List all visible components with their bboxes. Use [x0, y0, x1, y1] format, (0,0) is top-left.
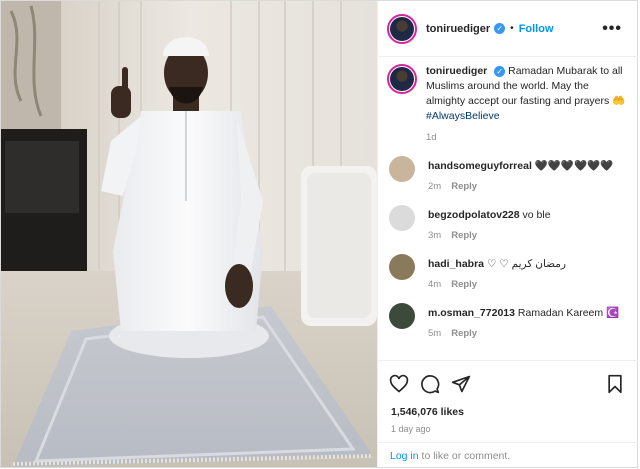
caption: toniruediger ✓ Ramadan Mubarak to all Mu…	[387, 58, 628, 145]
comment-text: 🖤🖤🖤🖤🖤🖤	[534, 160, 614, 172]
comment-username[interactable]: m.osman_772013	[428, 307, 515, 319]
likes-count[interactable]: 1,546,076 likes	[391, 406, 464, 418]
comment-meta: 3m Reply	[428, 228, 628, 243]
login-link[interactable]: Log in	[390, 450, 419, 462]
comment-body: begzodpolatov228 vo ble 3m Reply	[428, 205, 628, 243]
comment-meta: 4m Reply	[428, 277, 628, 292]
comment-body: hadi_habra ♡ ♡ رمضان كريم 4m Reply	[428, 254, 628, 292]
reply-button[interactable]: Reply	[451, 279, 477, 290]
separator-dot: •	[510, 23, 514, 34]
reply-button[interactable]: Reply	[451, 230, 477, 241]
verified-badge-icon: ✓	[494, 66, 506, 77]
reply-button[interactable]: Reply	[451, 328, 477, 339]
action-icons	[389, 374, 471, 394]
comment-username[interactable]: handsomeguyforreal	[428, 160, 532, 172]
comment-time: 5m	[428, 328, 442, 339]
comment-time: 4m	[428, 279, 442, 290]
comment-item: m.osman_772013 Ramadan Kareem ☪️ 5m Reply	[387, 303, 628, 341]
comment-username[interactable]: begzodpolatov228	[428, 209, 520, 221]
caption-body: toniruediger ✓ Ramadan Mubarak to all Mu…	[426, 64, 626, 145]
caption-hashtag[interactable]: #AlwaysBelieve	[426, 110, 500, 122]
post-image	[1, 1, 377, 467]
follow-button[interactable]: Follow	[519, 23, 554, 35]
comment-icon[interactable]	[420, 374, 440, 394]
comment-meta: 2m Reply	[428, 179, 628, 194]
more-options-icon[interactable]: •••	[602, 20, 622, 38]
heart-icon[interactable]	[389, 374, 409, 394]
bookmark-icon[interactable]	[606, 374, 624, 394]
comment-body: handsomeguyforreal 🖤🖤🖤🖤🖤🖤 2m Reply	[428, 156, 628, 194]
comment-item: begzodpolatov228 vo ble 3m Reply	[387, 205, 628, 243]
commenter-avatar[interactable]	[389, 303, 415, 329]
post-sidebar: toniruediger ✓ • Follow ••• toniruediger…	[377, 1, 638, 467]
post-header: toniruediger ✓ • Follow •••	[378, 1, 638, 57]
author-avatar[interactable]	[387, 13, 417, 44]
post-age: 1 day ago	[391, 424, 431, 434]
caption-avatar[interactable]	[387, 64, 417, 94]
post-photo[interactable]	[1, 1, 377, 467]
comment-username[interactable]: hadi_habra	[428, 258, 484, 270]
instagram-post: toniruediger ✓ • Follow ••• toniruediger…	[0, 0, 638, 468]
author-username[interactable]: toniruediger	[426, 23, 490, 35]
login-prompt: Log in to like or comment.	[378, 442, 638, 467]
comments-section[interactable]: toniruediger ✓ Ramadan Mubarak to all Mu…	[378, 58, 638, 358]
commenter-avatar[interactable]	[389, 254, 415, 280]
commenter-avatar[interactable]	[389, 156, 415, 182]
comment-text: Ramadan Kareem ☪️	[517, 307, 620, 319]
comment-time: 3m	[428, 230, 442, 241]
comment-time: 2m	[428, 181, 442, 192]
login-text: to like or comment.	[418, 450, 511, 462]
comment-body: m.osman_772013 Ramadan Kareem ☪️ 5m Reply	[428, 303, 628, 341]
comment-text: ♡ ♡ رمضان كريم	[486, 258, 566, 270]
commenter-avatar[interactable]	[389, 205, 415, 231]
comment-text: vo ble	[522, 209, 551, 221]
comment-item: hadi_habra ♡ ♡ رمضان كريم 4m Reply	[387, 254, 628, 292]
caption-time: 1d	[426, 132, 437, 143]
comment-item: handsomeguyforreal 🖤🖤🖤🖤🖤🖤 2m Reply	[387, 156, 628, 194]
share-icon[interactable]	[451, 374, 471, 394]
comment-meta: 5m Reply	[428, 326, 628, 341]
caption-username[interactable]: toniruediger	[426, 65, 487, 77]
reply-button[interactable]: Reply	[451, 181, 477, 192]
verified-badge-icon: ✓	[494, 23, 506, 34]
